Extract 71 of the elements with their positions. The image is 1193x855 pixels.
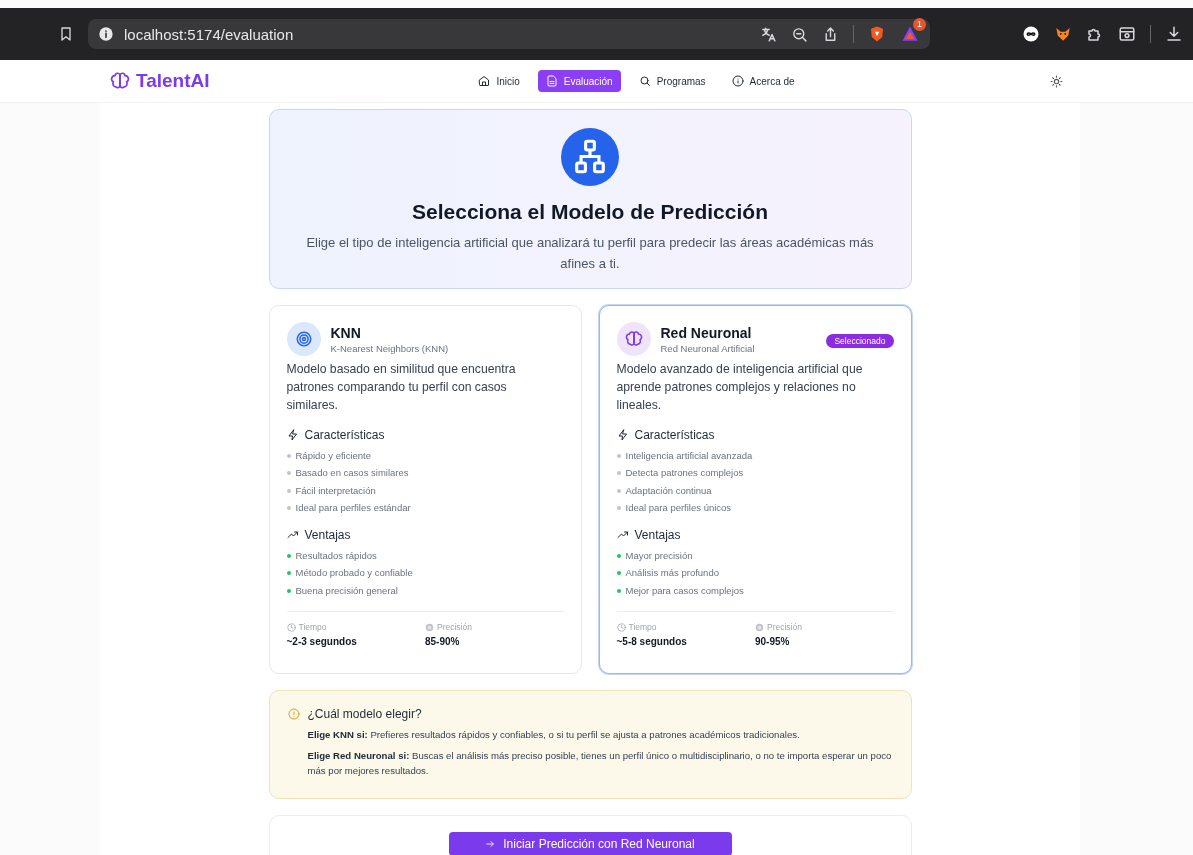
model-description: Modelo avanzado de inteligencia artificial que aprende patrones complejos y relaciones no lineales. xyxy=(616,361,864,414)
stat-label: Tiempo xyxy=(298,622,327,633)
feature-item: Ideal para perfiles únicos xyxy=(616,498,894,517)
feature-item: Fácil interpretación xyxy=(286,481,564,499)
download-icon[interactable] xyxy=(1165,25,1183,43)
feature-item: Inteligencia artificial avanzada xyxy=(616,447,894,465)
advantage-item: Mayor precisión xyxy=(616,547,894,565)
brand-name: TalentAI xyxy=(136,70,210,92)
nav-tab[interactable]: Inicio xyxy=(470,70,528,92)
section-heading: Ventajas xyxy=(304,528,351,543)
hierarchy-icon xyxy=(561,128,619,186)
nav-tab[interactable]: Programas xyxy=(630,70,714,92)
clock-icon xyxy=(286,622,296,632)
stat-label: Precisión xyxy=(437,622,472,633)
nav-tab[interactable]: Evaluación xyxy=(537,70,621,92)
shield-icon[interactable] xyxy=(868,25,886,43)
selected-badge: Seleccionado xyxy=(826,334,894,348)
tip-paragraph: Elige KNN si: Prefieres resultados rápidos y confiables, o si tu perfil se ajusta a patrones académicos tradicionales. xyxy=(307,728,801,742)
start-prediction-button[interactable]: Iniciar Predicción con Red Neuronal xyxy=(448,832,732,855)
advantage-item: Mejor para casos complejos xyxy=(616,581,894,600)
arrow-right-icon xyxy=(485,839,496,849)
feature-item: Basado en casos similares xyxy=(286,464,564,482)
notification-badge: 1 xyxy=(913,18,926,31)
address-bar[interactable]: localhost:5174/evaluation 1 xyxy=(88,19,930,49)
feature-item: Adaptación continua xyxy=(616,481,894,499)
model-subtitle: K-Nearest Neighbors (KNN) xyxy=(330,343,450,354)
lightning-icon xyxy=(616,429,629,441)
model-name: Red Neuronal xyxy=(660,325,753,341)
section-heading: Características xyxy=(634,428,715,442)
advantage-item: Buena precisión general xyxy=(286,581,564,600)
section-heading: Características xyxy=(304,428,385,442)
brain-icon xyxy=(110,71,130,91)
document-icon xyxy=(545,75,558,87)
stat-label: Precisión xyxy=(767,622,802,633)
translate-icon[interactable] xyxy=(760,25,777,43)
stat-value: ~5-8 segundos xyxy=(616,636,688,648)
search-icon xyxy=(638,75,651,87)
feature-item: Rápido y eficiente xyxy=(286,447,564,465)
info-icon xyxy=(731,75,744,87)
brain-icon xyxy=(616,322,651,356)
tip-title: ¿Cuál modelo elegir? xyxy=(307,707,422,721)
lightning-icon xyxy=(286,429,299,441)
stat-value: 85-90% xyxy=(425,636,461,648)
stat-value: 90-95% xyxy=(755,636,791,648)
clock-icon xyxy=(616,622,626,632)
infinity-icon[interactable] xyxy=(1022,25,1040,43)
stat-value: ~2-3 segundos xyxy=(286,636,358,648)
feature-item: Detecta patrones complejos xyxy=(616,464,894,482)
info-icon[interactable] xyxy=(98,26,114,42)
home-icon xyxy=(478,75,491,87)
page-subtitle: Elige el tipo de inteligencia artificial que analizará tu perfil para predecir las áreas académicas más afines a ti. xyxy=(305,234,875,273)
window-icon[interactable] xyxy=(1118,25,1136,43)
url-text: localhost:5174/evaluation xyxy=(124,25,295,43)
info-icon xyxy=(287,708,300,720)
model-card[interactable] xyxy=(598,305,912,674)
model-description: Modelo basado en similitud que encuentra patrones comparando tu perfil con casos similares. xyxy=(286,361,517,414)
stat-label: Tiempo xyxy=(628,622,657,633)
zoom-out-icon[interactable] xyxy=(791,25,808,43)
bookmark-icon[interactable] xyxy=(58,26,74,42)
advantage-item: Resultados rápidos xyxy=(286,547,564,565)
model-name: KNN xyxy=(330,325,362,341)
nav-tab[interactable]: Acerca de xyxy=(723,70,803,92)
section-heading: Ventajas xyxy=(634,528,681,543)
page-title: Selecciona el Modelo de Predicción xyxy=(412,200,768,224)
advantage-item: Análisis más profundo xyxy=(616,564,894,582)
advantage-item: Método probado y confiable xyxy=(286,564,564,582)
fox-icon[interactable] xyxy=(1054,25,1072,43)
tip-paragraph: Elige Red Neuronal si: Buscas el análisis más preciso posible, tienes un perfil único o multidisciplinario, o no te importa esperar un poco más por mejores resultados. xyxy=(307,749,893,778)
feature-item: Ideal para perfiles estándar xyxy=(286,498,564,517)
model-subtitle: Red Neuronal Artificial xyxy=(660,343,756,354)
sun-icon[interactable] xyxy=(1050,74,1063,88)
